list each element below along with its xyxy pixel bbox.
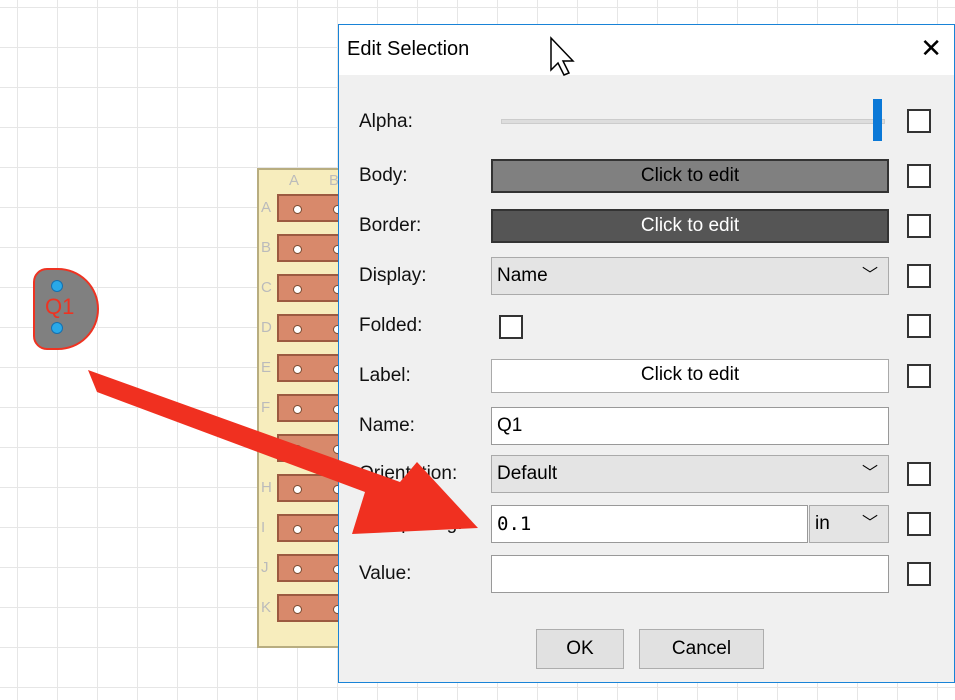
mouse-cursor-icon: [550, 36, 575, 76]
annotation-arrow: [88, 36, 575, 534]
red-arrow: [88, 370, 478, 534]
